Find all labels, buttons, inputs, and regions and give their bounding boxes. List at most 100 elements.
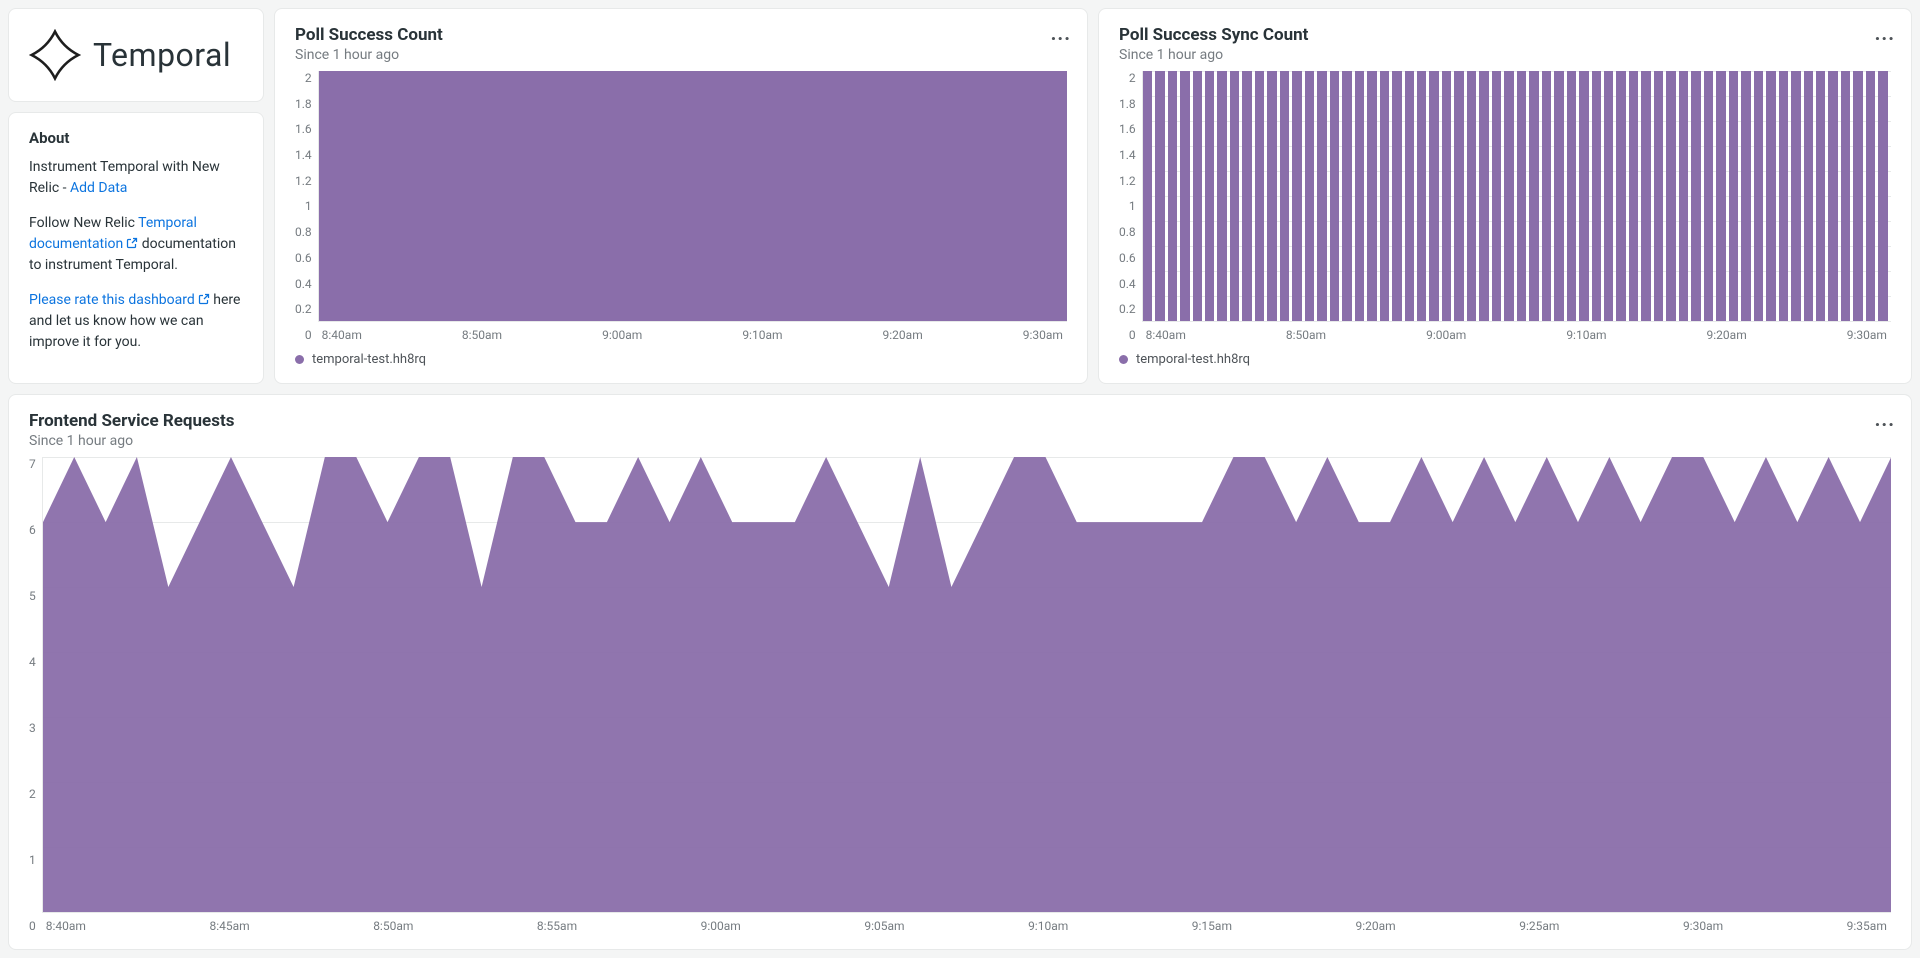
- bar: [1467, 71, 1476, 321]
- bar: [1492, 71, 1501, 321]
- bar: [842, 71, 854, 321]
- bar: [493, 71, 505, 321]
- bar: [344, 71, 356, 321]
- bar: [1716, 71, 1725, 321]
- bar: [1367, 71, 1376, 321]
- x-tick: 9:20am: [1707, 328, 1747, 342]
- x-tick: 9:35am: [1847, 919, 1887, 933]
- bar: [406, 71, 418, 321]
- y-tick: 1.6: [1119, 122, 1136, 136]
- bar: [792, 71, 804, 321]
- chart-title: Poll Success Sync Count: [1119, 25, 1891, 45]
- rate-dashboard-link[interactable]: Please rate this dashboard: [29, 292, 210, 308]
- y-tick: 1.4: [1119, 148, 1136, 162]
- y-tick: 0.6: [295, 251, 312, 265]
- bar: [1193, 71, 1202, 321]
- bar: [369, 71, 381, 321]
- x-tick: 8:45am: [209, 919, 249, 933]
- bar: [1604, 71, 1613, 321]
- bar: [431, 71, 443, 321]
- bar: [1417, 71, 1426, 321]
- bar: [1841, 71, 1850, 321]
- chart-menu-button[interactable]: ...: [1875, 409, 1895, 429]
- bar: [456, 71, 468, 321]
- bar: [1442, 71, 1451, 321]
- bar: [1242, 71, 1251, 321]
- chart-poll-success-sync: ... Poll Success Sync Count Since 1 hour…: [1098, 8, 1912, 384]
- bar: [1766, 71, 1775, 321]
- bar: [867, 71, 879, 321]
- bar: [1542, 71, 1551, 321]
- x-tick: 8:55am: [537, 919, 577, 933]
- y-tick: 0: [1129, 328, 1136, 342]
- y-tick: 1: [29, 853, 36, 867]
- bar: [1592, 71, 1601, 321]
- x-tick: 9:00am: [1426, 328, 1466, 342]
- area-plot: [43, 457, 1891, 912]
- chart-menu-button[interactable]: ...: [1051, 23, 1071, 43]
- bar: [1017, 71, 1029, 321]
- bar: [942, 71, 954, 321]
- bar: [1729, 71, 1738, 321]
- add-data-link[interactable]: Add Data: [70, 180, 127, 196]
- bar: [381, 71, 393, 321]
- bar: [1205, 71, 1214, 321]
- x-tick: 9:20am: [883, 328, 923, 342]
- bar: [568, 71, 580, 321]
- y-axis: 76543210: [29, 457, 42, 933]
- x-tick: 9:20am: [1356, 919, 1396, 933]
- bar: [1567, 71, 1576, 321]
- y-tick: 2: [1129, 71, 1136, 85]
- bar: [1255, 71, 1264, 321]
- bar: [892, 71, 904, 321]
- plot-area[interactable]: [318, 71, 1067, 322]
- y-tick: 2: [305, 71, 312, 85]
- bar: [1791, 71, 1800, 321]
- bar: [743, 71, 755, 321]
- y-tick: 1.8: [295, 97, 312, 111]
- x-tick: 9:00am: [701, 919, 741, 933]
- y-tick: 3: [29, 721, 36, 735]
- bar: [755, 71, 767, 321]
- chart-frontend-service-requests: ... Frontend Service Requests Since 1 ho…: [8, 394, 1912, 950]
- bar: [1317, 71, 1326, 321]
- y-tick: 7: [29, 457, 36, 471]
- y-tick: 1: [305, 199, 312, 213]
- plot-area[interactable]: [42, 457, 1891, 913]
- bar: [331, 71, 343, 321]
- bar: [880, 71, 892, 321]
- bar: [418, 71, 430, 321]
- bar: [768, 71, 780, 321]
- x-tick: 9:00am: [602, 328, 642, 342]
- y-tick: 4: [29, 655, 36, 669]
- x-tick: 9:30am: [1847, 328, 1887, 342]
- y-axis: 21.81.61.41.210.80.60.40.20: [295, 71, 318, 342]
- y-tick: 0.8: [1119, 225, 1136, 239]
- brand-card: Temporal: [8, 8, 264, 102]
- x-tick: 9:05am: [864, 919, 904, 933]
- bar: [1292, 71, 1301, 321]
- y-tick: 2: [29, 787, 36, 801]
- bar: [1517, 71, 1526, 321]
- chart-menu-button[interactable]: ...: [1875, 23, 1895, 43]
- external-link-icon: [126, 237, 138, 249]
- chart-legend: temporal-test.hh8rq: [1119, 352, 1891, 367]
- bar: [1305, 71, 1314, 321]
- bar: [1816, 71, 1825, 321]
- about-para-1: Instrument Temporal with New Relic - Add…: [29, 157, 243, 199]
- x-axis: 8:40am8:50am9:00am9:10am9:20am9:30am: [318, 322, 1067, 342]
- bar: [1267, 71, 1276, 321]
- bar: [556, 71, 568, 321]
- bar: [1392, 71, 1401, 321]
- bar: [319, 71, 331, 321]
- bar: [967, 71, 979, 321]
- bar: [1666, 71, 1675, 321]
- y-tick: 0.4: [1119, 277, 1136, 291]
- plot-area[interactable]: [1142, 71, 1891, 322]
- x-tick: 9:30am: [1683, 919, 1723, 933]
- bar: [730, 71, 742, 321]
- bar: [593, 71, 605, 321]
- bar: [1741, 71, 1750, 321]
- chart-subtitle: Since 1 hour ago: [1119, 47, 1891, 63]
- bar: [1828, 71, 1837, 321]
